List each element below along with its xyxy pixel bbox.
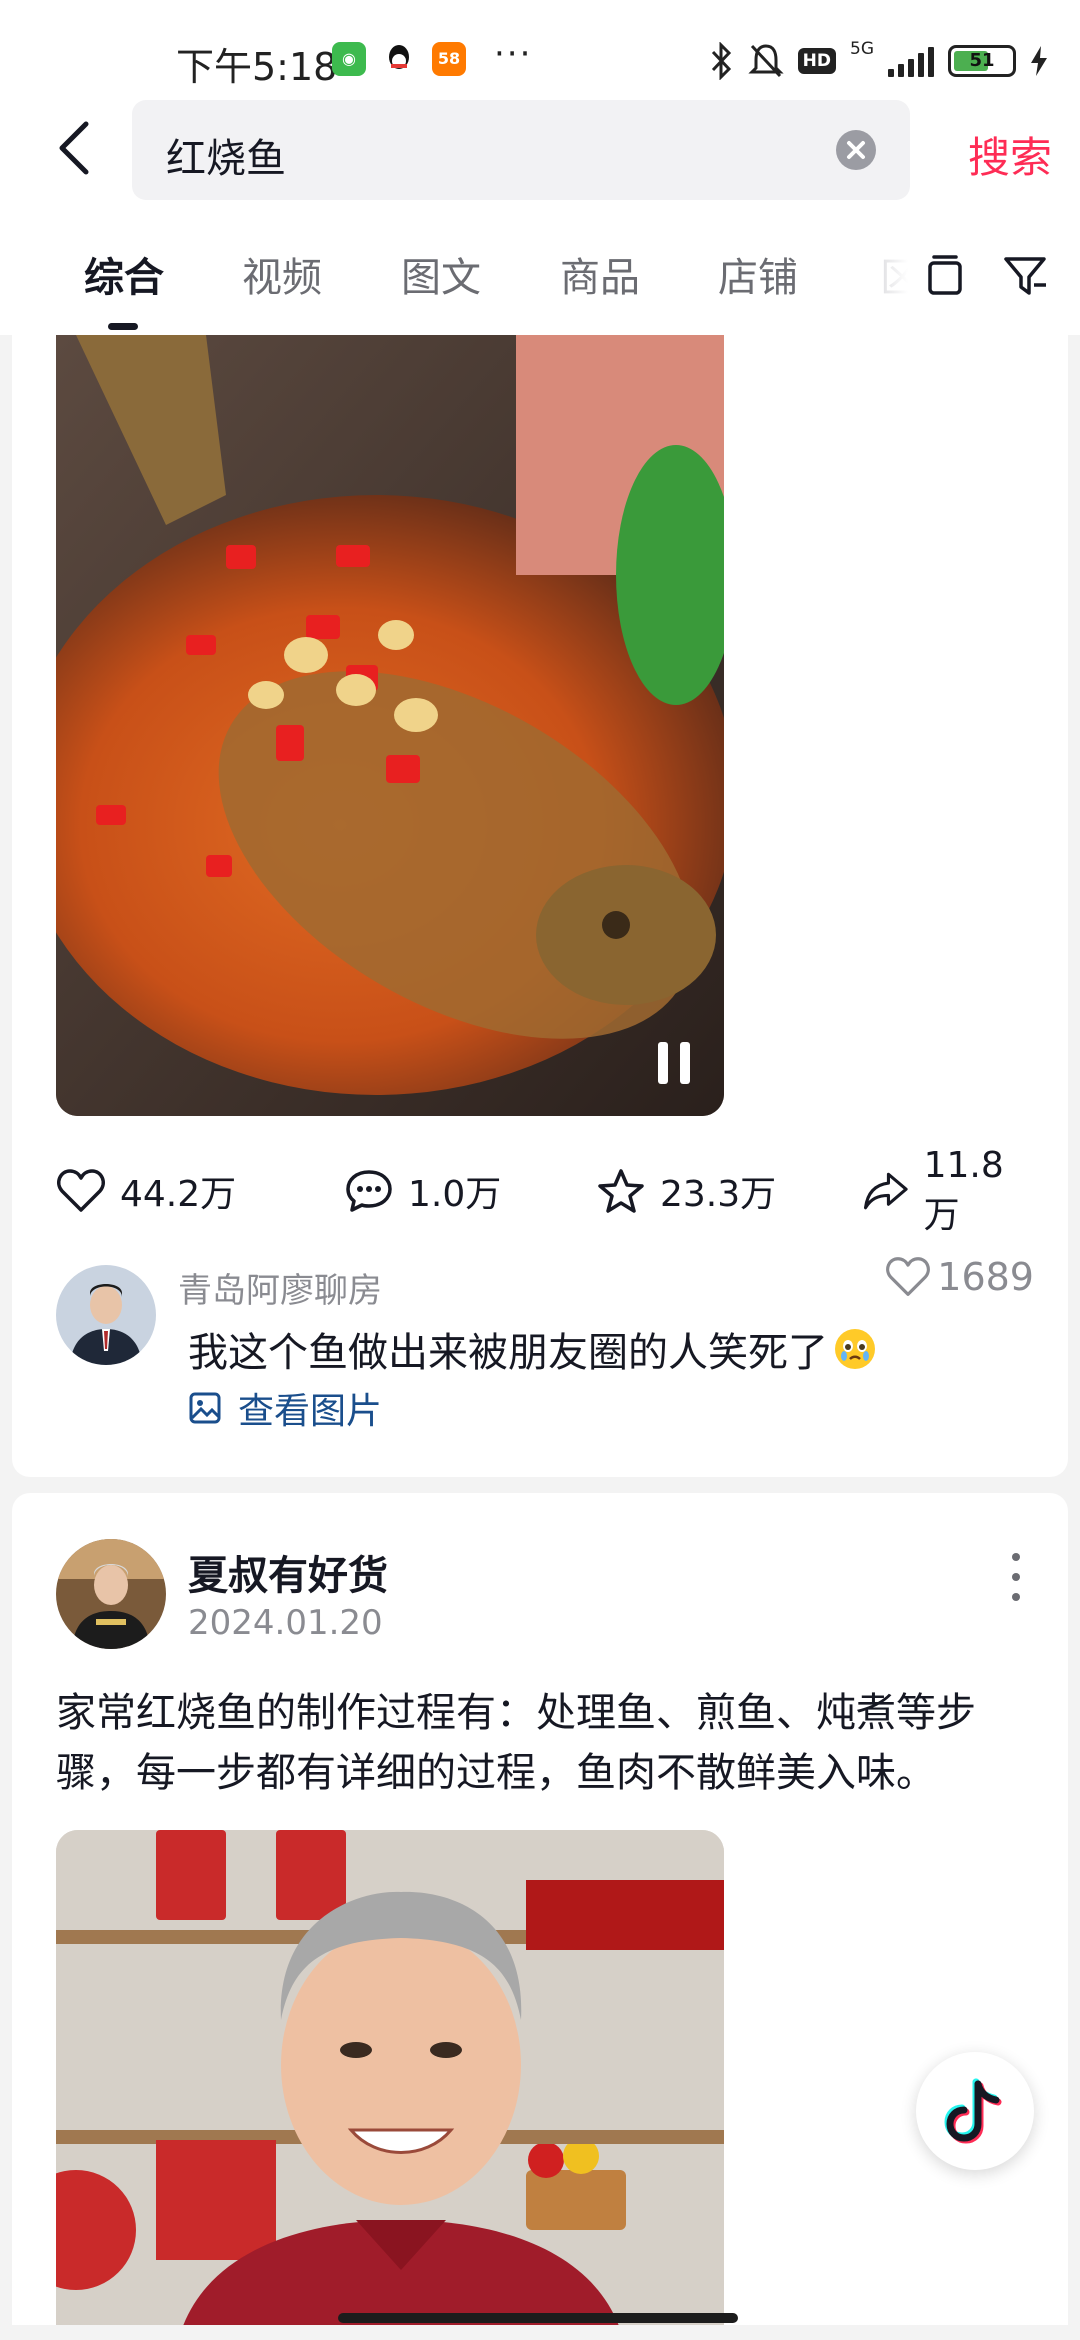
- status-indicators: HD 5G 51: [708, 36, 1048, 86]
- star-icon: [598, 1169, 644, 1213]
- author-avatar[interactable]: [56, 1539, 166, 1649]
- video-action-bar: 44.2万 1.0万 23.3万 11.8万: [56, 1145, 1026, 1236]
- search-button[interactable]: 搜索: [968, 124, 1052, 185]
- comment-body: 我这个鱼做出来被朋友圈的人笑死了: [188, 1330, 828, 1376]
- search-box[interactable]: 红烧鱼: [132, 100, 910, 200]
- douyin-logo-icon: [944, 2078, 1002, 2144]
- pause-icon[interactable]: [654, 1040, 694, 1086]
- layout-toggle-icon[interactable]: [922, 253, 968, 299]
- clear-search-icon[interactable]: [836, 130, 876, 170]
- charging-icon: [1031, 46, 1047, 76]
- view-images-label: 查看图片: [238, 1391, 383, 1432]
- home-indicator[interactable]: [338, 2313, 738, 2323]
- search-header: 红烧鱼 搜索: [0, 100, 1080, 225]
- author-name[interactable]: 夏叔有好货: [188, 1543, 388, 1601]
- comment-action[interactable]: 1.0万: [344, 1161, 501, 1221]
- hd-badge: HD: [797, 48, 836, 74]
- tab-fade-overlay: [866, 225, 926, 335]
- comment-like-button[interactable]: 1689: [885, 1255, 1034, 1299]
- braised-fish-video-frame: [56, 335, 724, 1116]
- view-images-link[interactable]: 查看图片: [188, 1382, 382, 1434]
- comment-bubble-icon: [346, 1170, 392, 1212]
- heart-icon: [57, 1169, 105, 1212]
- active-tab-indicator: [108, 323, 138, 330]
- favorite-action[interactable]: 23.3万: [596, 1161, 776, 1221]
- search-input[interactable]: 红烧鱼: [166, 126, 286, 184]
- comment-user-avatar[interactable]: [56, 1265, 156, 1365]
- signal-icon: [888, 45, 934, 77]
- like-action[interactable]: 44.2万: [56, 1161, 236, 1221]
- video-player[interactable]: [56, 335, 724, 1116]
- wechat-icon: ◉: [332, 42, 366, 76]
- search-tabs: 综合 视频 图文 商品 店铺 区: [0, 225, 1080, 335]
- douyin-float-button[interactable]: [916, 2052, 1034, 2170]
- image-icon: [189, 1392, 221, 1424]
- network-type: 5G: [850, 39, 874, 59]
- mute-bell-icon: [748, 44, 784, 78]
- article-result-card[interactable]: 夏叔有好货 2024.01.20 家常红烧鱼的制作过程有：处理鱼、煎鱼、炖煮等步…: [12, 1493, 1068, 2325]
- chef-portrait-image: [56, 1830, 724, 2325]
- share-count: 11.8万: [923, 1144, 1004, 1236]
- tab-comprehensive[interactable]: 综合: [84, 245, 164, 303]
- filter-icon[interactable]: [1002, 253, 1048, 299]
- post-date: 2024.01.20: [188, 1603, 383, 1643]
- qq-icon: [382, 42, 416, 76]
- status-time: 下午5:18: [176, 45, 338, 89]
- status-bar: 下午5:18 ◉ 58 ··· HD 5G 51: [0, 0, 1080, 100]
- search-results-feed[interactable]: 44.2万 1.0万 23.3万 11.8万 青岛阿廖聊房 1689 我这个鱼做…: [0, 335, 1080, 2325]
- 58-app-icon: 58: [432, 42, 466, 76]
- status-more-icon: ···: [494, 34, 533, 74]
- like-count: 44.2万: [120, 1174, 237, 1215]
- comment-username[interactable]: 青岛阿廖聊房: [178, 1263, 382, 1312]
- tab-products[interactable]: 商品: [560, 245, 640, 303]
- share-action[interactable]: 11.8万: [862, 1145, 1026, 1236]
- post-image[interactable]: [56, 1830, 724, 2325]
- comment-like-count: 1689: [937, 1255, 1034, 1299]
- tab-video[interactable]: 视频: [242, 245, 322, 303]
- battery-level: 51: [969, 50, 995, 71]
- share-arrow-icon: [863, 1172, 908, 1210]
- comment-text: 我这个鱼做出来被朋友圈的人笑死了: [188, 1320, 878, 1378]
- video-result-card[interactable]: 44.2万 1.0万 23.3万 11.8万 青岛阿廖聊房 1689 我这个鱼做…: [12, 335, 1068, 1477]
- heart-icon: [886, 1257, 931, 1296]
- more-options-icon[interactable]: [1008, 1549, 1024, 1605]
- bluetooth-icon: [711, 42, 731, 80]
- crying-face-emoji: [835, 1329, 875, 1369]
- tab-shops[interactable]: 店铺: [718, 245, 798, 303]
- favorite-count: 23.3万: [660, 1174, 777, 1215]
- post-text[interactable]: 家常红烧鱼的制作过程有：处理鱼、煎鱼、炖煮等步骤，每一步都有详细的过程，鱼肉不散…: [56, 1683, 1036, 1803]
- system-nav-bar: [0, 2325, 1080, 2340]
- back-arrow-icon[interactable]: [46, 118, 106, 178]
- tab-image-text[interactable]: 图文: [401, 245, 481, 303]
- comment-count: 1.0万: [408, 1174, 502, 1215]
- battery-icon: 51: [948, 45, 1016, 77]
